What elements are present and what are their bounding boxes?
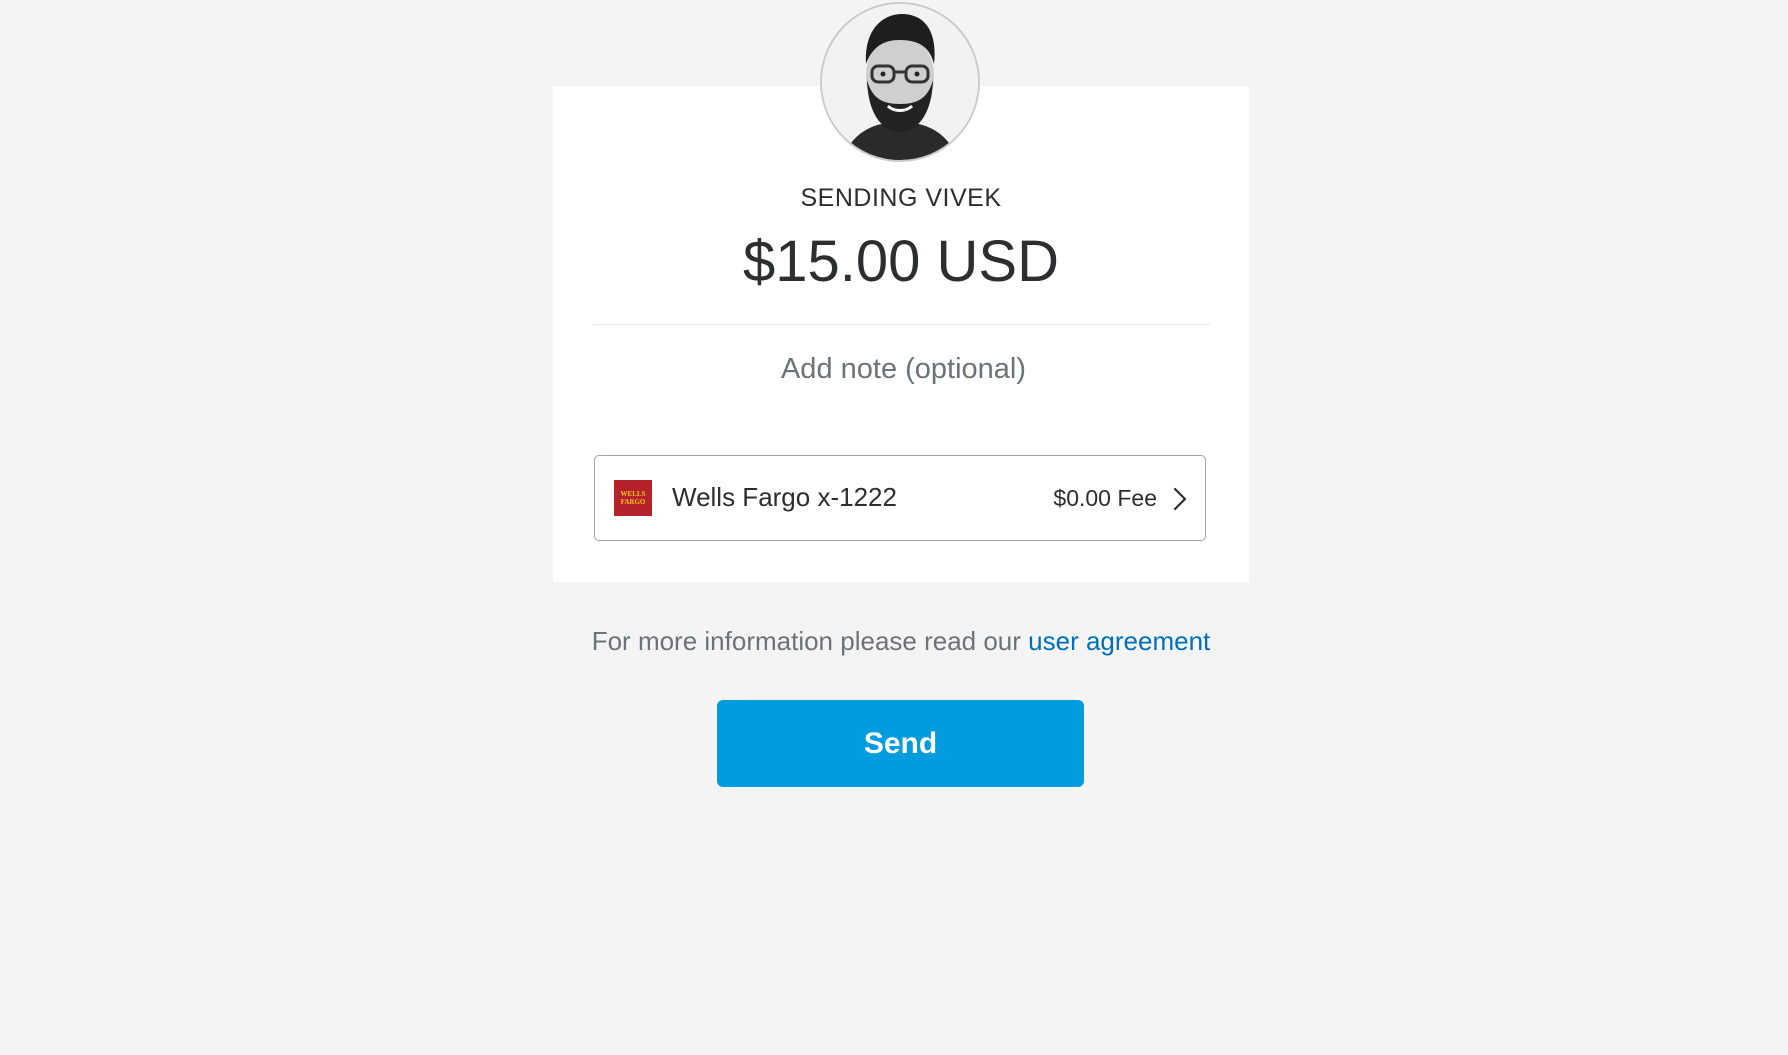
recipient-avatar <box>820 2 980 162</box>
send-button[interactable]: Send <box>717 700 1084 787</box>
user-agreement-link[interactable]: user agreement <box>1028 626 1210 656</box>
amount-divider <box>593 324 1210 325</box>
chevron-right-icon <box>1173 487 1187 511</box>
recipient-heading: SENDING VIVEK <box>800 184 1002 212</box>
bank-logo-text: WELLS FARGO <box>620 490 646 506</box>
funding-source-selector[interactable]: WELLS FARGO Wells Fargo x-1222 $0.00 Fee <box>594 455 1206 541</box>
bank-account-label: Wells Fargo x-1222 <box>672 482 897 512</box>
note-input[interactable] <box>593 344 1214 394</box>
fee-label: $0.00 Fee <box>1053 485 1157 511</box>
avatar-photo <box>822 4 978 160</box>
send-money-page: SENDING VIVEK $15.00 USD WELLS FARGO Wel… <box>0 0 1788 1055</box>
wells-fargo-logo: WELLS FARGO <box>614 480 652 516</box>
payment-amount: $15.00 USD <box>743 229 1059 294</box>
agreement-info-text: For more information please read our <box>591 626 1029 656</box>
agreement-info: For more information please read our use… <box>553 626 1249 657</box>
